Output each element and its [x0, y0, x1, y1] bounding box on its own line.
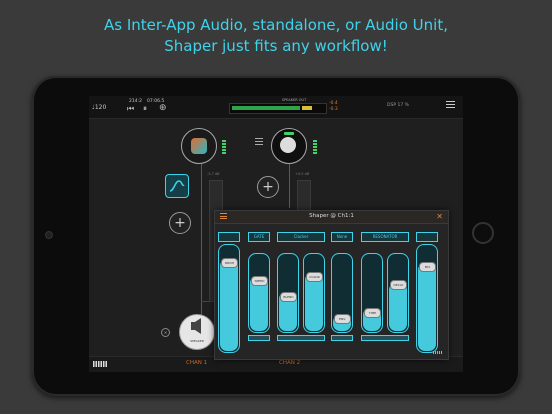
app-icon: [191, 138, 207, 154]
shaper-plugin-window: Shaper @ Ch1:1 ✕ GATE Clacker None RESON…: [214, 210, 449, 360]
mode-selector[interactable]: Clacker: [277, 232, 325, 242]
col8-header[interactable]: [416, 232, 438, 242]
record-icon[interactable]: ⊕: [159, 104, 167, 113]
resize-grip-icon[interactable]: [433, 351, 443, 354]
chan1-input-node[interactable]: [181, 128, 217, 164]
env-knob[interactable]: ENV.: [334, 314, 351, 324]
blend-range-bar[interactable]: [277, 335, 325, 341]
shaper-plugin-node[interactable]: [165, 174, 189, 198]
speaker-label: SPEAKER: [190, 339, 204, 343]
drive-fill: [220, 259, 238, 351]
speaker-output-node[interactable]: SPEAKER: [179, 314, 215, 350]
env-range-bar[interactable]: [331, 335, 353, 341]
chan1-led-meter: [222, 140, 226, 154]
speaker-icon: [191, 318, 201, 334]
resonator-range-bar[interactable]: [361, 335, 409, 341]
blend-slider[interactable]: BLEND: [277, 253, 299, 333]
chan2-fader[interactable]: [297, 180, 311, 212]
app-screen: ♩120 214:2 07:06.5 ⏮ ⏸ ⊕ SPEAKER OUT -0.…: [89, 96, 463, 372]
pause-icon[interactable]: ⏸: [143, 105, 147, 113]
rewind-icon[interactable]: ⏮: [127, 105, 134, 113]
decay-slider[interactable]: DECAY: [387, 253, 409, 333]
home-button[interactable]: [472, 222, 494, 244]
transport-bar: ♩120 214:2 07:06.5 ⏮ ⏸ ⊕ SPEAKER OUT -0.…: [89, 96, 463, 119]
tempo[interactable]: ♩120: [92, 104, 106, 111]
blend-knob[interactable]: BLEND: [280, 292, 297, 302]
speed-knob[interactable]: SPEED: [251, 276, 268, 286]
caption-line-2: Shaper just fits any workflow!: [164, 37, 388, 55]
chan2-wire: [289, 158, 290, 208]
menu-icon[interactable]: [446, 101, 455, 110]
drive-slider[interactable]: DRIVE: [218, 244, 240, 353]
col1-header[interactable]: [218, 232, 240, 242]
chan2-input-node[interactable]: [271, 128, 307, 164]
keyboard-icon[interactable]: [93, 361, 107, 367]
mix-knob[interactable]: MIX: [419, 262, 436, 272]
env-selector[interactable]: None: [331, 232, 353, 242]
meter-peak-bar: [302, 106, 312, 110]
chan2-add-effect-button[interactable]: +: [257, 176, 279, 198]
close-icon[interactable]: ✕: [436, 212, 443, 221]
camera: [45, 231, 53, 239]
gate-button[interactable]: GATE: [248, 232, 270, 242]
mix-fill: [418, 263, 436, 351]
speed-slider[interactable]: SPEED: [248, 253, 270, 333]
chan1-label[interactable]: CHAN 1: [186, 360, 207, 366]
caption: As Inter-App Audio, standalone, or Audio…: [0, 15, 552, 57]
record-disc-icon: [280, 137, 296, 153]
chan2-led-meter: [313, 140, 317, 154]
plugin-title: Shaper @ Ch1:1: [309, 213, 354, 219]
speed-range-bar[interactable]: [248, 335, 270, 341]
env-slider[interactable]: ENV.: [331, 253, 353, 333]
output-meter: [229, 103, 327, 114]
live-indicator: [284, 132, 294, 135]
chan2-gain: +0.0 dB: [295, 172, 310, 176]
dsp-load: DSP 17 %: [387, 103, 409, 108]
resonator-button[interactable]: RESONATOR: [361, 232, 409, 242]
chan2-label[interactable]: CHAN 2: [279, 360, 300, 366]
caption-line-1: As Inter-App Audio, standalone, or Audio…: [104, 16, 448, 34]
drive-knob[interactable]: DRIVE: [221, 258, 238, 268]
chan2-menu-icon[interactable]: [255, 138, 263, 145]
meter-left-value: -0.4: [329, 101, 338, 106]
time-slider[interactable]: TIME: [361, 253, 383, 333]
chan1-wire: [201, 158, 202, 328]
time-knob[interactable]: TIME: [364, 308, 381, 318]
shaper-icon: [169, 180, 185, 192]
color-knob[interactable]: COLOR: [306, 272, 323, 282]
meter-left-bar: [232, 106, 300, 110]
mix-slider[interactable]: MIX: [416, 244, 438, 353]
decay-knob[interactable]: DECAY: [390, 280, 407, 290]
chan1-gain: -3.7 dB: [207, 172, 220, 176]
decay-fill: [389, 283, 407, 331]
plugin-titlebar: Shaper @ Ch1:1 ✕: [215, 211, 448, 224]
settings-icon[interactable]: ✕: [161, 328, 170, 337]
meter-right-value: -0.3: [329, 107, 338, 112]
chan1-add-effect-button[interactable]: +: [169, 212, 191, 234]
color-slider[interactable]: COLOR: [303, 253, 325, 333]
